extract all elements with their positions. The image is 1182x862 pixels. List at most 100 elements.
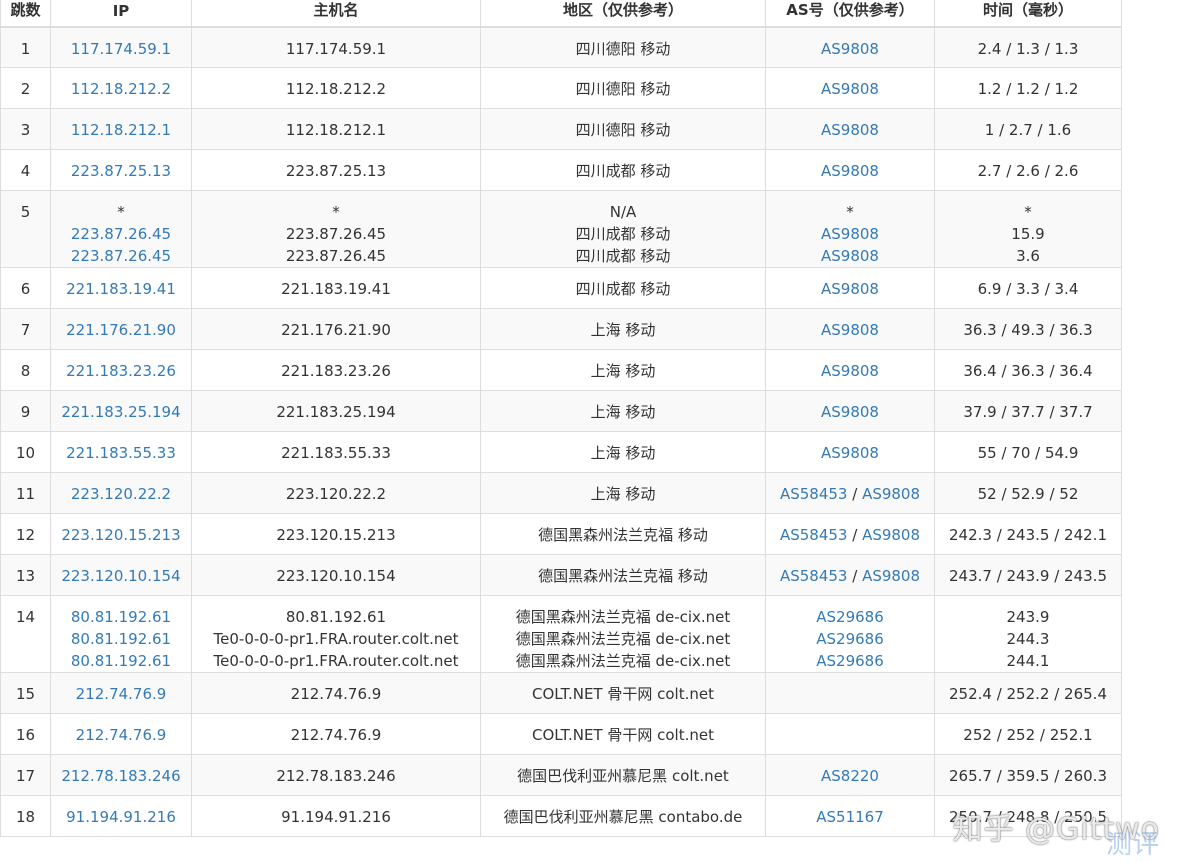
- as-line: AS29686: [767, 628, 934, 650]
- hostname: 117.174.59.1: [285, 39, 387, 58]
- ip-link[interactable]: 221.183.25.194: [61, 403, 180, 421]
- as-link[interactable]: AS9808: [821, 403, 879, 421]
- region-cell: 上海 移动: [480, 431, 766, 473]
- region: 上海 移动: [590, 321, 656, 339]
- as-separator: /: [847, 526, 863, 544]
- region: 四川成都 移动: [575, 280, 671, 298]
- ip-line: 80.81.192.61: [52, 650, 191, 672]
- as-link[interactable]: AS9808: [821, 80, 879, 98]
- as-link[interactable]: AS9808: [821, 40, 879, 58]
- region-cell: 上海 移动: [480, 349, 766, 391]
- ip-link[interactable]: 80.81.192.61: [71, 630, 171, 648]
- ip-link[interactable]: 223.87.26.45: [71, 225, 171, 243]
- hostname: *: [332, 203, 340, 221]
- region-cell: N/A 四川成都 移动 四川成都 移动: [480, 190, 766, 268]
- as-link[interactable]: AS29686: [816, 608, 884, 626]
- as-cell: AS9808: [765, 349, 935, 391]
- hop-cell: 9: [0, 390, 51, 432]
- region: N/A: [609, 203, 637, 221]
- hostname-cell: 223.87.25.13: [191, 149, 481, 191]
- latency: 36.3 / 49.3 / 36.3: [963, 321, 1093, 339]
- ip-link[interactable]: 221.183.55.33: [66, 444, 176, 462]
- region-cell: 上海 移动: [480, 390, 766, 432]
- latency: 243.9: [1006, 608, 1050, 626]
- as-link[interactable]: AS9808: [862, 526, 920, 544]
- ip-link[interactable]: 223.120.22.2: [71, 485, 171, 503]
- ip-cell: * 223.87.26.45 223.87.26.45: [50, 190, 192, 268]
- hop-number: 2: [20, 80, 31, 98]
- as-link[interactable]: AS29686: [816, 652, 884, 670]
- hop-number: 17: [15, 767, 36, 785]
- ip-link[interactable]: 221.176.21.90: [66, 321, 176, 339]
- hop-cell: 10: [0, 431, 51, 473]
- ip-line: 223.87.26.45: [52, 223, 191, 245]
- as-link[interactable]: AS9808: [862, 567, 920, 585]
- as-link[interactable]: AS58453: [780, 485, 848, 503]
- ip-line: 221.176.21.90: [52, 319, 191, 341]
- table-row: 3 112.18.212.1 112.18.212.1 四川德阳 移动 AS9808 1 …: [0, 108, 1122, 150]
- ip-link[interactable]: 212.74.76.9: [76, 726, 167, 744]
- ip-line: 223.120.10.154: [52, 565, 191, 587]
- ip-line: 223.87.26.45: [52, 245, 191, 267]
- ip-link[interactable]: 112.18.212.2: [71, 80, 171, 98]
- ip-link[interactable]: 212.74.76.9: [76, 685, 167, 703]
- as-link[interactable]: AS9808: [821, 225, 879, 243]
- as-link[interactable]: AS9808: [821, 444, 879, 462]
- as-cell: AS9808: [765, 67, 935, 109]
- latency: 1 / 2.7 / 1.6: [984, 121, 1072, 139]
- column-hostname-header: 主机名: [191, 0, 481, 28]
- as-line: AS58453 / AS9808: [767, 524, 934, 546]
- as-link[interactable]: AS9808: [821, 280, 879, 298]
- as-line: AS9808: [767, 160, 934, 182]
- hostname: 221.183.25.194: [276, 403, 396, 421]
- as-cell: AS8220: [765, 754, 935, 796]
- as-link[interactable]: AS9808: [821, 247, 879, 265]
- as-link[interactable]: AS58453: [780, 567, 848, 585]
- ip-link[interactable]: 223.87.26.45: [71, 247, 171, 265]
- hop-cell: 17: [0, 754, 51, 796]
- hostname-cell: 91.194.91.216: [191, 795, 481, 837]
- ip-link[interactable]: 223.120.10.154: [61, 567, 180, 585]
- ip-link[interactable]: 223.87.25.13: [71, 162, 171, 180]
- ip-link[interactable]: 117.174.59.1: [71, 40, 171, 58]
- region-cell: 德国黑森州法兰克福 移动: [480, 513, 766, 555]
- time-cell: 52 / 52.9 / 52: [934, 472, 1122, 514]
- ip-line: 80.81.192.61: [52, 606, 191, 628]
- hop-cell: 15: [0, 672, 51, 714]
- ip-line: 221.183.55.33: [52, 442, 191, 464]
- ip-link[interactable]: 221.183.23.26: [66, 362, 176, 380]
- hop-cell: 16: [0, 713, 51, 755]
- ip-link[interactable]: 221.183.19.41: [66, 280, 176, 298]
- hop-number: 1: [20, 39, 31, 58]
- as-link[interactable]: AS9808: [821, 321, 879, 339]
- as-link[interactable]: AS8220: [821, 767, 879, 785]
- as-link[interactable]: AS9808: [821, 121, 879, 139]
- ip-link[interactable]: 91.194.91.216: [66, 808, 176, 826]
- ip-link[interactable]: 112.18.212.1: [71, 121, 171, 139]
- ip-link[interactable]: 212.78.183.246: [61, 767, 180, 785]
- as-link[interactable]: AS9808: [821, 362, 879, 380]
- region: 上海 移动: [590, 362, 656, 380]
- time-cell: 265.7 / 359.5 / 260.3: [934, 754, 1122, 796]
- hostname: 221.183.55.33: [281, 444, 391, 462]
- as-link[interactable]: AS9808: [821, 162, 879, 180]
- hop-cell: 3: [0, 108, 51, 150]
- hostname: 223.87.26.45: [285, 247, 387, 265]
- as-link[interactable]: AS51167: [816, 808, 884, 826]
- as-link[interactable]: AS58453: [780, 526, 848, 544]
- hostname: 212.74.76.9: [290, 685, 382, 703]
- region: 德国黑森州法兰克福 de-cix.net: [515, 630, 731, 648]
- as-link[interactable]: AS9808: [862, 485, 920, 503]
- ip-link[interactable]: 80.81.192.61: [71, 652, 171, 670]
- hostname: 223.120.15.213: [276, 526, 396, 544]
- as-line: AS9808: [767, 278, 934, 300]
- ip-line: 80.81.192.61: [52, 628, 191, 650]
- as-cell: AS9808: [765, 308, 935, 350]
- ip-link[interactable]: 223.120.15.213: [61, 526, 180, 544]
- latency: 52 / 52.9 / 52: [977, 485, 1079, 503]
- table-row: 7 221.176.21.90 221.176.21.90 上海 移动 AS9808 36…: [0, 308, 1122, 350]
- as-link[interactable]: AS29686: [816, 630, 884, 648]
- table-row: 16 212.74.76.9 212.74.76.9 COLT.NET 骨干网 col…: [0, 713, 1122, 755]
- ip-link[interactable]: 80.81.192.61: [71, 608, 171, 626]
- as-line: AS9808: [767, 401, 934, 423]
